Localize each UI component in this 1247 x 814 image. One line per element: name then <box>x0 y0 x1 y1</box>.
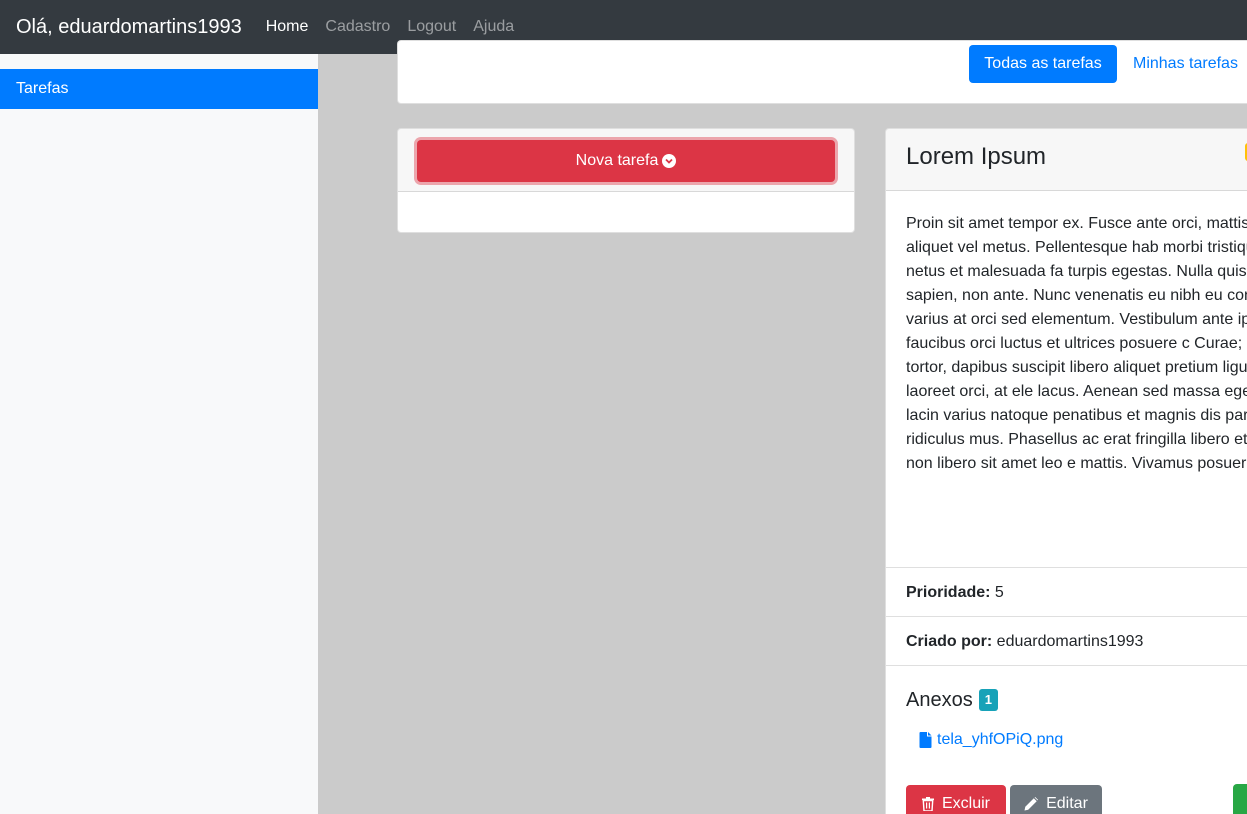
attachments-label: Anexos <box>906 688 973 711</box>
trash-icon <box>921 797 934 811</box>
edit-button[interactable]: Editar <box>1010 785 1102 814</box>
new-task-card: Nova tarefa <box>397 128 855 233</box>
task-header: Lorem Ipsum <box>886 129 1247 191</box>
task-description: Proin sit amet tempor ex. Fusce ante orc… <box>886 191 1247 568</box>
task-created-by: Criado por: eduardomartins1993 <box>886 617 1247 666</box>
attachments-heading: Anexos 1 <box>886 686 1247 714</box>
attachments-count-badge: 1 <box>978 689 998 711</box>
nav-link-cadastro[interactable]: Cadastro <box>325 18 390 36</box>
created-by-value: eduardomartins1993 <box>996 633 1144 650</box>
chevron-circle-down-icon <box>662 154 677 168</box>
complete-button[interactable] <box>1233 784 1247 814</box>
task-priority: Prioridade: 5 <box>886 568 1247 617</box>
sidebar-gutter <box>318 54 365 814</box>
new-task-button[interactable]: Nova tarefa <box>417 140 835 182</box>
nav-link-ajuda[interactable]: Ajuda <box>473 18 514 36</box>
pencil-icon <box>1024 797 1039 811</box>
nav-link-home[interactable]: Home <box>266 18 309 36</box>
all-tasks-button[interactable]: Todas as tarefas <box>969 45 1117 83</box>
my-tasks-button[interactable]: Minhas tarefas <box>1133 45 1238 83</box>
created-by-label: Criado por: <box>906 633 993 650</box>
navbar-brand[interactable]: Olá, eduardomartins1993 <box>16 16 242 39</box>
attachment-link[interactable]: tela_yhfOPiQ.png <box>919 729 1247 751</box>
filter-card <box>397 40 1247 104</box>
task-description-text: Proin sit amet tempor ex. Fusce ante orc… <box>906 215 1247 472</box>
attachment-name: tela_yhfOPiQ.png <box>937 731 1064 748</box>
nav-link-logout[interactable]: Logout <box>407 18 456 36</box>
file-icon <box>919 732 932 748</box>
task-detail-card: Lorem Ipsum Proin sit amet tempor ex. Fu… <box>885 128 1247 814</box>
priority-value: 5 <box>994 584 1004 601</box>
sidebar-item-tarefas[interactable]: Tarefas <box>0 69 318 109</box>
delete-button[interactable]: Excluir <box>906 785 1006 814</box>
new-task-card-header: Nova tarefa <box>398 129 854 192</box>
task-title: Lorem Ipsum <box>906 143 1047 170</box>
sidebar <box>0 54 365 814</box>
priority-label: Prioridade: <box>906 584 991 601</box>
edit-label: Editar <box>1046 795 1088 812</box>
new-task-label: Nova tarefa <box>575 152 659 169</box>
delete-label: Excluir <box>941 795 990 812</box>
